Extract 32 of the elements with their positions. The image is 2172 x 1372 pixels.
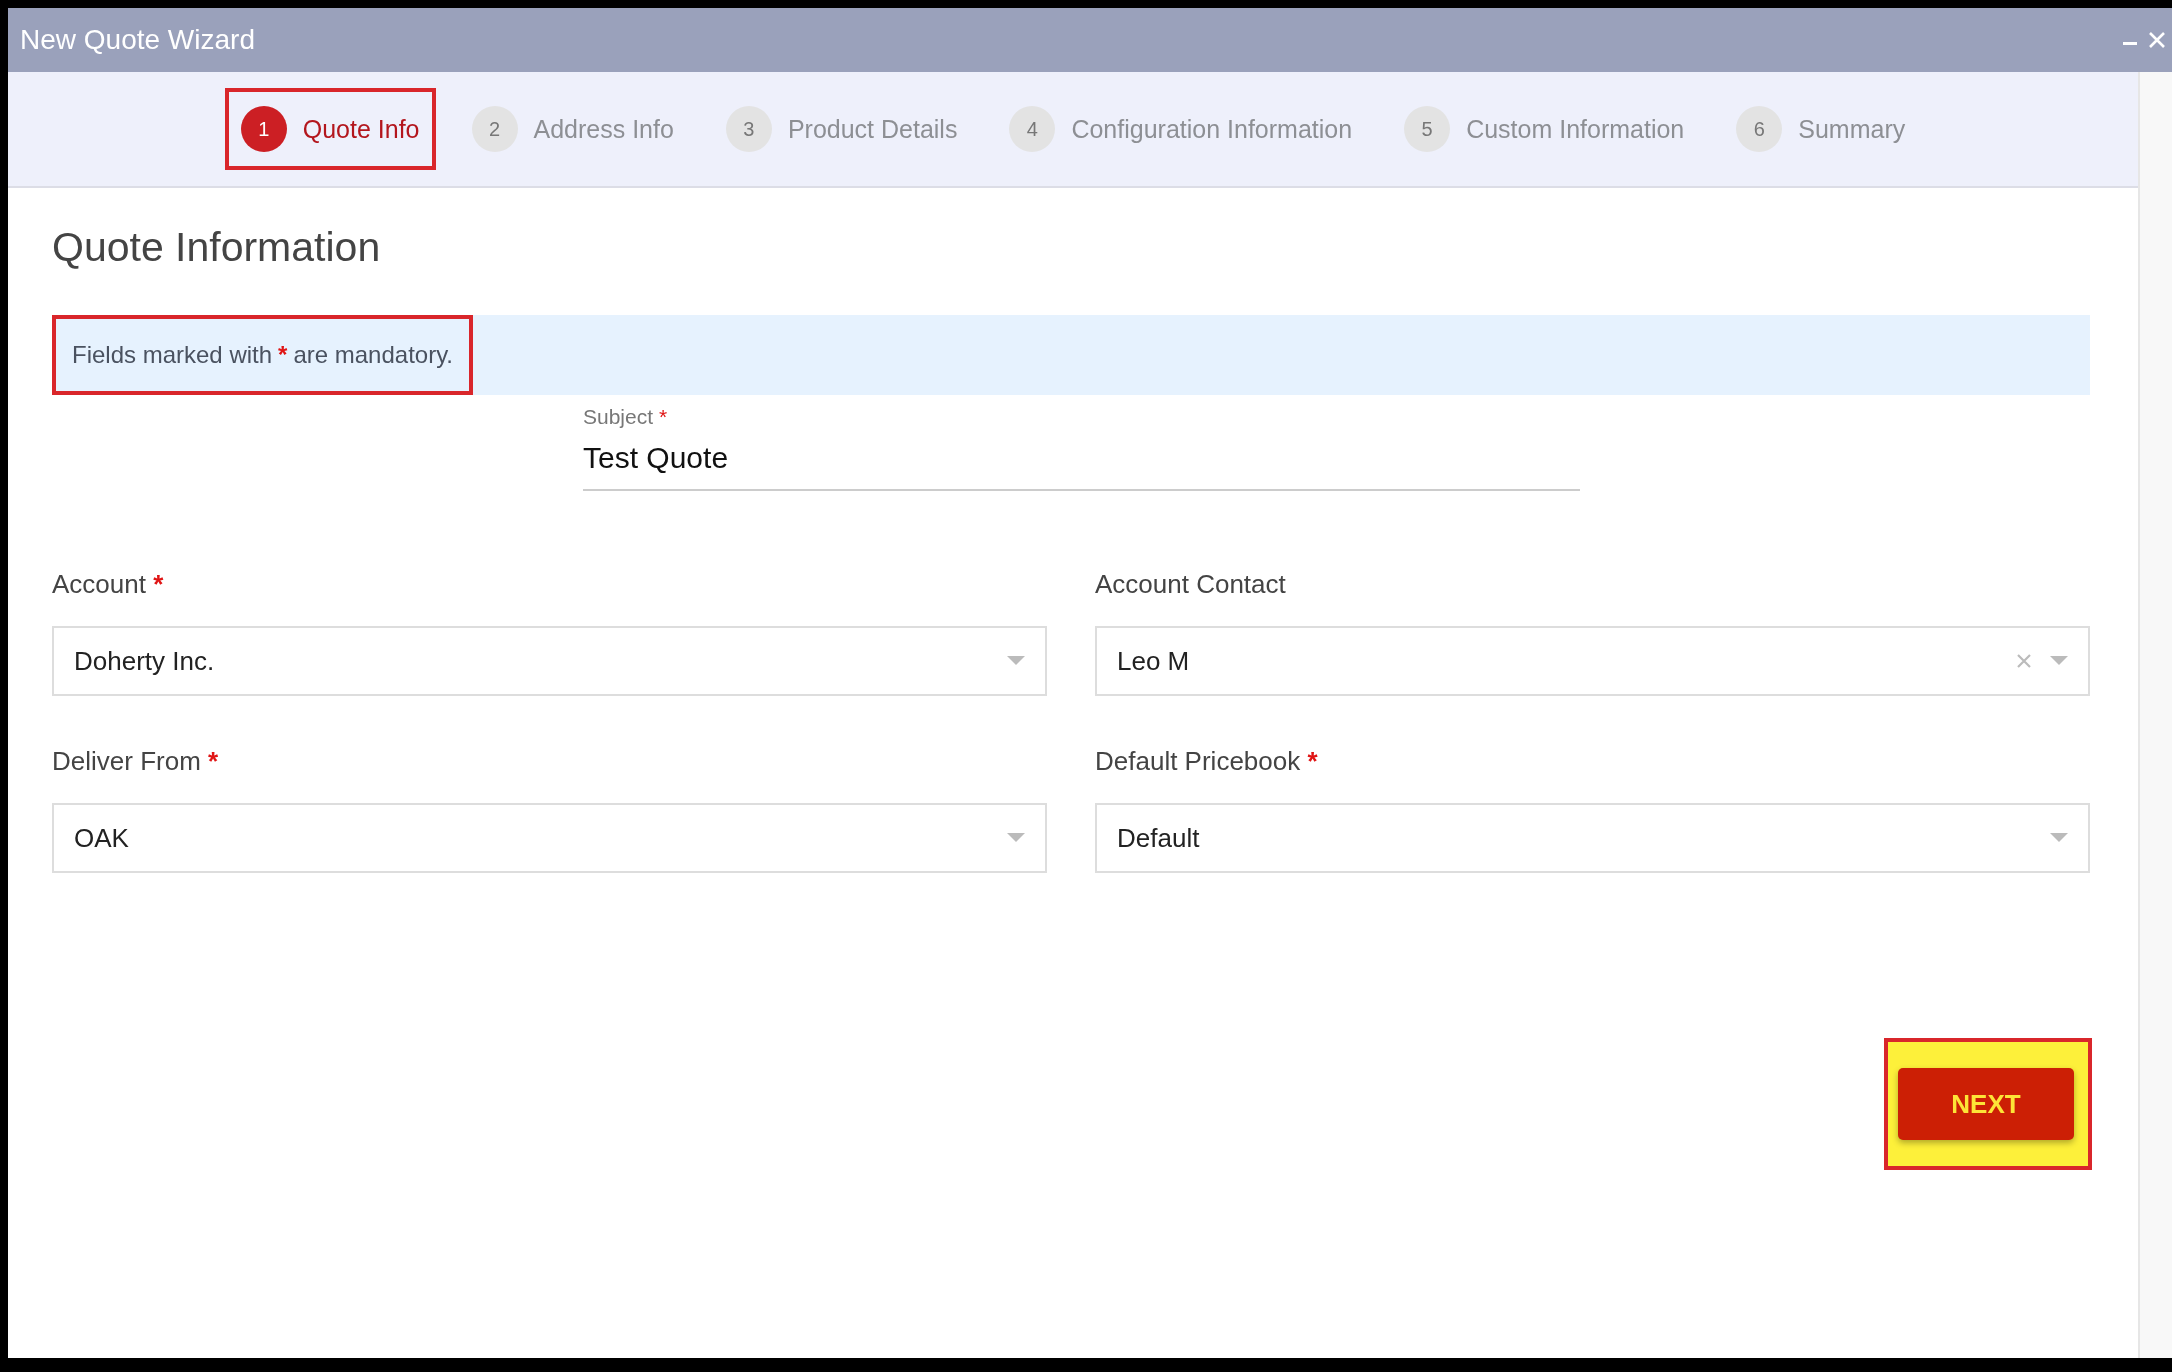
step-number: 4 xyxy=(1009,106,1056,152)
caret-icon xyxy=(2050,833,2068,843)
window-title: New Quote Wizard xyxy=(20,24,255,56)
field-label: Deliver From * xyxy=(52,746,220,777)
field-label: Subject * xyxy=(583,405,669,429)
wizard-step[interactable]: 2 Address Info xyxy=(455,88,690,170)
wizard-step[interactable]: 5 Custom Information xyxy=(1388,88,1701,170)
wizard-step[interactable]: 3 Product Details xyxy=(709,88,974,170)
clear-icon[interactable] xyxy=(2016,653,2032,669)
mandatory-notice: Fields marked with * are mandatory. xyxy=(52,315,474,395)
caret-icon xyxy=(1007,833,1025,843)
field-label: Account Contact xyxy=(1095,569,1287,600)
close-icon[interactable] xyxy=(2148,31,2166,49)
step-number: 6 xyxy=(1736,106,1783,152)
step-number: 5 xyxy=(1404,106,1451,152)
caret-icon xyxy=(2050,656,2068,666)
dropdown-field[interactable]: Leo M xyxy=(1095,626,2090,696)
wizard-step[interactable]: 6 Summary xyxy=(1720,88,1922,170)
dropdown-field[interactable]: Doherty Inc. xyxy=(52,626,1047,696)
wizard-step[interactable]: 4 Configuration Information xyxy=(993,88,1369,170)
step-number: 2 xyxy=(471,106,518,152)
step-number: 1 xyxy=(240,106,287,152)
field-label: Account * xyxy=(52,569,165,600)
wizard-step[interactable]: 1 Quote Info xyxy=(224,88,436,170)
dropdown-field[interactable]: Default xyxy=(1095,803,2090,873)
step-number: 3 xyxy=(725,106,772,152)
subject-field[interactable]: Test Quote xyxy=(583,429,1580,491)
next-button[interactable]: NEXT xyxy=(1898,1068,2074,1140)
section-heading: Quote Information xyxy=(52,224,382,271)
field-label: Default Pricebook * xyxy=(1095,746,1319,777)
caret-icon xyxy=(1007,656,1025,666)
dropdown-field[interactable]: OAK xyxy=(52,803,1047,873)
